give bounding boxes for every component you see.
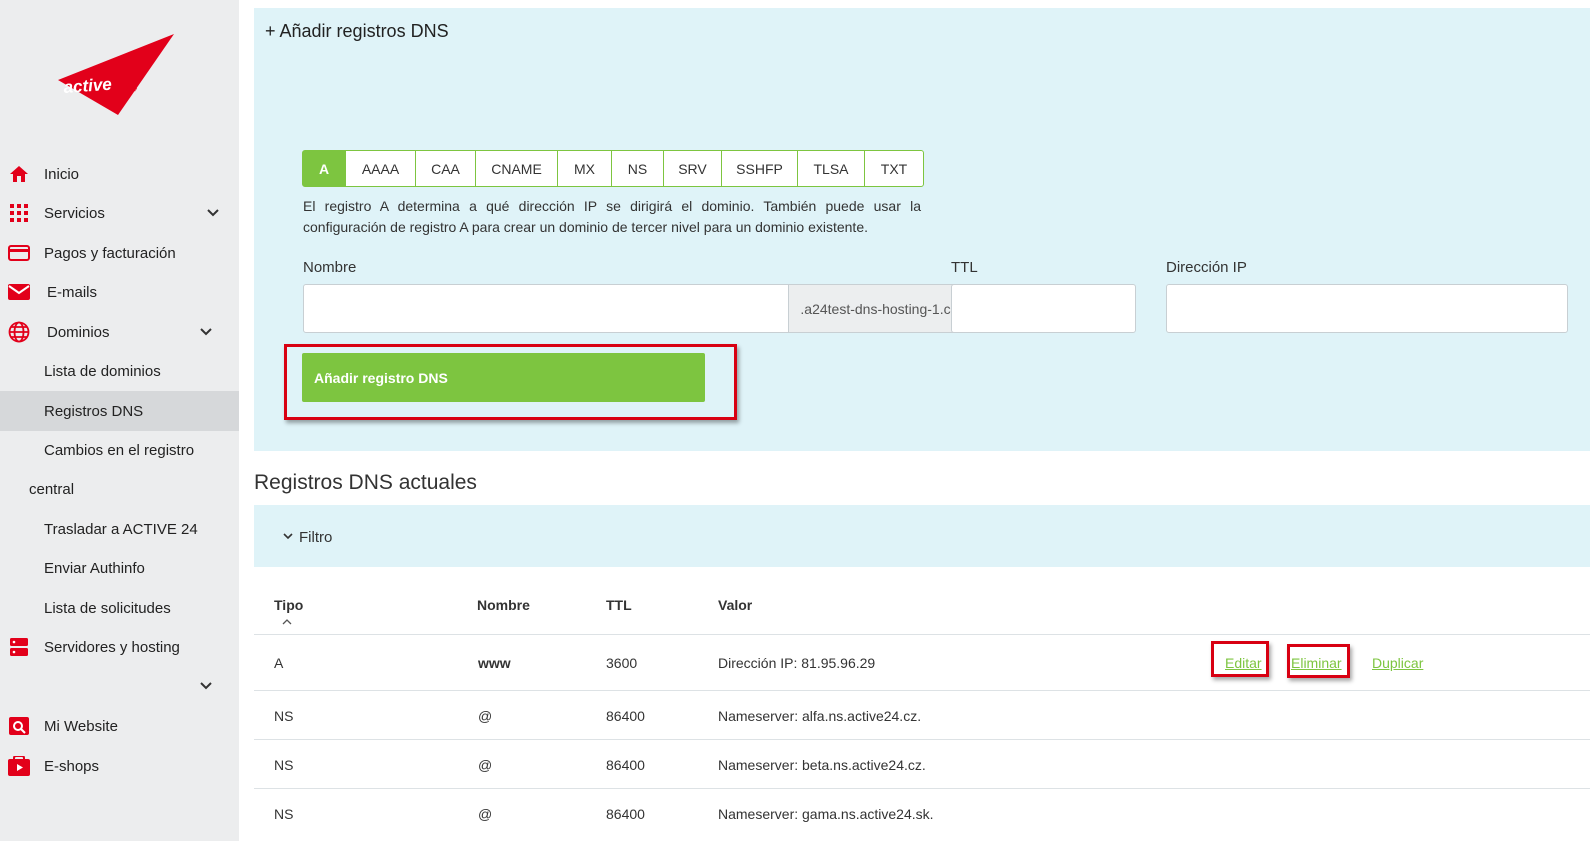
card-icon — [8, 242, 30, 264]
sidebar-subitem-authinfo[interactable]: Enviar Authinfo — [0, 548, 239, 588]
sidebar-item-label: Inicio — [44, 165, 80, 183]
home-icon — [8, 163, 30, 185]
header-tipo[interactable]: Tipo — [274, 597, 303, 613]
tab-txt[interactable]: TXT — [865, 151, 923, 186]
cell-value: Nameserver: gama.ns.active24.sk. — [718, 806, 934, 822]
delete-link[interactable]: Eliminar — [1291, 655, 1342, 671]
sidebar-item-mi-website[interactable]: Mi Website — [0, 706, 239, 746]
cell-ttl: 3600 — [606, 655, 638, 671]
sidebar-subitem-label: Cambios en el registro — [44, 441, 195, 459]
sidebar: active 24 Inicio Servicios Pagos y factu… — [0, 0, 239, 841]
header-valor[interactable]: Valor — [718, 597, 752, 613]
filter-label: Filtro — [299, 529, 333, 546]
grid-icon — [8, 202, 30, 224]
mail-icon — [8, 281, 30, 303]
cell-name: @ — [478, 806, 493, 822]
row-divider — [254, 788, 1590, 789]
chevron-down-icon[interactable] — [198, 324, 214, 340]
globe-icon — [8, 321, 30, 343]
cell-type: NS — [274, 708, 294, 724]
sidebar-item-label: Mi Website — [44, 717, 118, 735]
cell-type: A — [274, 655, 284, 671]
active24-logo[interactable]: active 24 — [52, 30, 178, 120]
add-dns-panel: + Añadir registros DNS A AAAA CAA CNAME … — [254, 8, 1590, 451]
ttl-field[interactable] — [951, 284, 1136, 333]
ip-field[interactable] — [1166, 284, 1568, 333]
tab-cname[interactable]: CNAME — [476, 151, 558, 186]
sidebar-subitem-lista-dominios[interactable]: Lista de dominios — [0, 351, 239, 391]
website-icon — [8, 715, 30, 737]
tab-a[interactable]: A — [303, 151, 346, 186]
record-description: El registro A determina a qué dirección … — [303, 198, 921, 235]
sidebar-subitem-label: Trasladar a ACTIVE 24 — [44, 520, 198, 538]
cell-name: @ — [478, 708, 493, 724]
cell-name: www — [478, 655, 511, 671]
tab-caa[interactable]: CAA — [416, 151, 476, 186]
cell-type: NS — [274, 806, 294, 822]
tab-mx[interactable]: MX — [558, 151, 612, 186]
sidebar-subitem-label: Lista de dominios — [44, 362, 161, 380]
record-type-tabs: A AAAA CAA CNAME MX NS SRV SSHFP TLSA TX… — [302, 150, 924, 187]
ttl-label: TTL — [951, 259, 978, 276]
sidebar-subitem-label: central — [29, 480, 75, 498]
sidebar-subitem-label: Enviar Authinfo — [44, 559, 145, 577]
cell-value: Dirección IP: 81.95.96.29 — [718, 655, 876, 671]
sidebar-item-label: Servidores y hosting — [44, 638, 180, 656]
sidebar-item-label: E-mails — [47, 283, 98, 301]
sidebar-subitem-cambios-registro-cont[interactable]: central — [0, 469, 239, 509]
domain-suffix: .a24test-dns-hosting-1.cz — [788, 285, 969, 332]
cell-value: Nameserver: beta.ns.active24.cz. — [718, 757, 926, 773]
sidebar-item-label: Servicios — [44, 204, 105, 222]
header-ttl[interactable]: TTL — [606, 597, 632, 613]
cell-name: @ — [478, 757, 493, 773]
chevron-down-icon — [283, 533, 293, 540]
add-dns-title[interactable]: + Añadir registros DNS — [265, 21, 449, 42]
sidebar-subitem-cambios-registro[interactable]: Cambios en el registro — [0, 430, 239, 470]
row-divider — [254, 690, 1590, 691]
cell-ttl: 86400 — [606, 757, 645, 773]
shop-icon — [8, 755, 30, 777]
sidebar-subitem-label: Lista de solicitudes — [44, 599, 171, 617]
server-icon — [8, 636, 30, 658]
cell-ttl: 86400 — [606, 708, 645, 724]
name-label: Nombre — [303, 259, 357, 276]
sidebar-item-servidores[interactable]: Servidores y hosting — [0, 627, 239, 667]
cell-ttl: 86400 — [606, 806, 645, 822]
ip-label: Dirección IP — [1166, 259, 1247, 276]
chevron-down-icon[interactable] — [205, 205, 221, 221]
sidebar-item-label: Pagos y facturación — [44, 244, 176, 262]
cell-type: NS — [274, 757, 294, 773]
svg-text:24: 24 — [122, 80, 138, 95]
sidebar-item-label: Dominios — [47, 323, 110, 341]
tab-srv[interactable]: SRV — [664, 151, 722, 186]
sidebar-subitem-registros-dns[interactable]: Registros DNS — [0, 391, 239, 431]
tab-tlsa[interactable]: TLSA — [798, 151, 865, 186]
tab-ns[interactable]: NS — [612, 151, 664, 186]
chevron-down-icon[interactable] — [198, 678, 214, 694]
sidebar-subitem-trasladar[interactable]: Trasladar a ACTIVE 24 — [0, 509, 239, 549]
sidebar-item-pagos[interactable]: Pagos y facturación — [0, 233, 239, 273]
cell-value: Nameserver: alfa.ns.active24.cz. — [718, 708, 922, 724]
row-divider — [254, 739, 1590, 740]
sidebar-item-inicio[interactable]: Inicio — [0, 154, 239, 194]
filter-panel[interactable]: Filtro — [254, 505, 1590, 567]
sidebar-item-dominios[interactable]: Dominios — [0, 312, 239, 352]
header-nombre[interactable]: Nombre — [477, 597, 530, 613]
edit-link[interactable]: Editar — [1225, 655, 1262, 671]
row-divider — [254, 634, 1590, 635]
sidebar-item-servicios[interactable]: Servicios — [0, 193, 239, 233]
sort-asc-icon[interactable] — [281, 617, 293, 625]
add-dns-record-button[interactable]: Añadir registro DNS — [302, 353, 705, 402]
sidebar-item-emails[interactable]: E-mails — [0, 272, 239, 312]
sidebar-subitem-solicitudes[interactable]: Lista de solicitudes — [0, 588, 239, 628]
duplicate-link[interactable]: Duplicar — [1372, 655, 1423, 671]
tab-sshfp[interactable]: SSHFP — [722, 151, 798, 186]
tab-aaaa[interactable]: AAAA — [346, 151, 416, 186]
sidebar-subitem-label: Registros DNS — [44, 402, 144, 420]
current-records-title: Registros DNS actuales — [254, 471, 477, 494]
sidebar-item-label: E-shops — [44, 757, 100, 775]
name-field[interactable]: .a24test-dns-hosting-1.cz — [303, 284, 970, 333]
sidebar-item-eshops[interactable]: E-shops — [0, 746, 239, 786]
svg-text:active: active — [63, 75, 112, 97]
